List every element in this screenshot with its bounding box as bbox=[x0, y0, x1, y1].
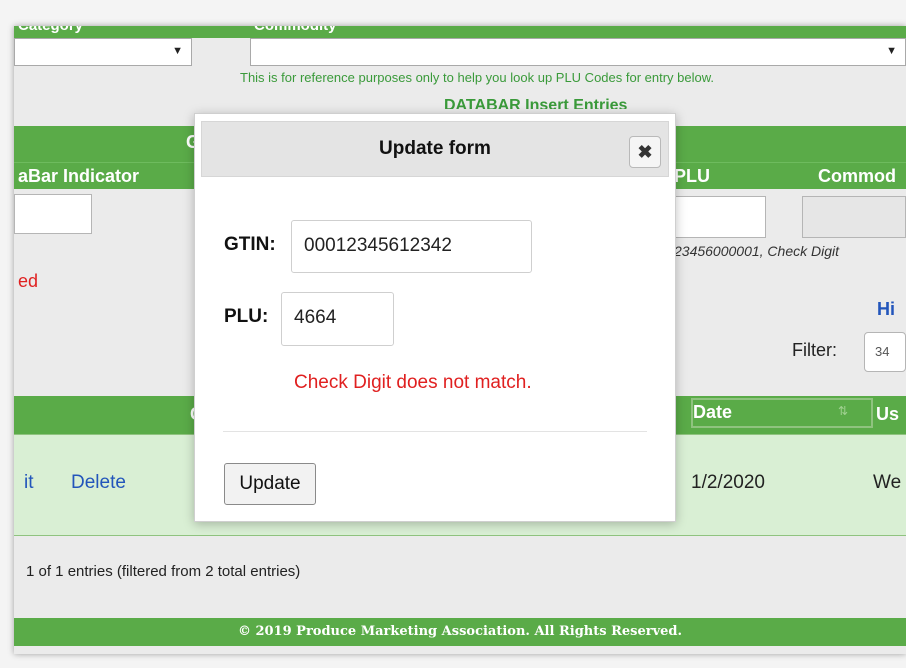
table-summary: 1 of 1 entries (filtered from 2 total en… bbox=[26, 563, 301, 580]
dropdown-arrow-icon: ▼ bbox=[172, 45, 183, 57]
top-green-bar bbox=[14, 26, 906, 38]
col-databar-indicator: aBar Indicator bbox=[18, 166, 140, 186]
section-title: DATABAR Insert Entries bbox=[444, 97, 628, 109]
close-button[interactable]: ✖ bbox=[629, 136, 661, 168]
dropdown-arrow-icon: ▼ bbox=[886, 45, 897, 57]
gtin-label: GTIN: bbox=[224, 234, 276, 255]
reference-note: This is for reference purposes only to h… bbox=[240, 70, 715, 85]
commodity-input bbox=[802, 196, 906, 238]
update-button[interactable]: Update bbox=[224, 463, 316, 505]
sort-icon: ⇅ bbox=[838, 404, 849, 418]
screenshot-frame: Category Commodity ▼ ▼ This is for refer… bbox=[0, 0, 906, 668]
col-commodity: Commod bbox=[818, 166, 896, 186]
date-header-label: Date bbox=[693, 402, 733, 422]
plu-field[interactable]: 4664 bbox=[281, 292, 394, 346]
error-message: Check Digit does not match. bbox=[294, 372, 532, 393]
category-label: Category bbox=[18, 26, 83, 34]
category-select[interactable]: ▼ bbox=[14, 38, 192, 66]
date-column-header[interactable]: Date ⇅ bbox=[691, 398, 873, 428]
commodity-label: Commodity bbox=[254, 26, 337, 34]
commodity-select[interactable]: ▼ bbox=[250, 38, 906, 66]
filter-label: Filter: bbox=[792, 340, 837, 360]
footer: © 2019 Produce Marketing Association. Al… bbox=[14, 618, 906, 646]
gtin-hint: 23456000001, Check Digit bbox=[674, 243, 840, 259]
filter-input[interactable]: 34 bbox=[864, 332, 906, 372]
gtin-field[interactable]: 00012345612342 bbox=[291, 220, 532, 273]
delete-link[interactable]: Delete bbox=[71, 472, 126, 494]
footer-copyright: © 2019 Produce Marketing Association. Al… bbox=[237, 624, 683, 639]
plu-label: PLU: bbox=[224, 306, 269, 327]
modal-title: Update form bbox=[379, 138, 491, 159]
edit-link[interactable]: it bbox=[24, 472, 34, 494]
modal-divider bbox=[223, 431, 647, 432]
databar-indicator-input[interactable] bbox=[14, 194, 92, 234]
plu-input[interactable] bbox=[664, 196, 766, 238]
row-date: 1/2/2020 bbox=[691, 472, 765, 493]
history-title: Hi bbox=[877, 299, 895, 319]
col-plu: PLU bbox=[674, 166, 710, 186]
user-column-header[interactable]: Us bbox=[876, 404, 899, 425]
update-form-modal: Update form ✖ GTIN: 00012345612342 PLU: … bbox=[194, 113, 676, 522]
modal-header: Update form bbox=[201, 121, 669, 177]
close-icon: ✖ bbox=[637, 142, 653, 162]
status-message: ed bbox=[18, 271, 39, 291]
row-user: We bbox=[873, 472, 902, 493]
